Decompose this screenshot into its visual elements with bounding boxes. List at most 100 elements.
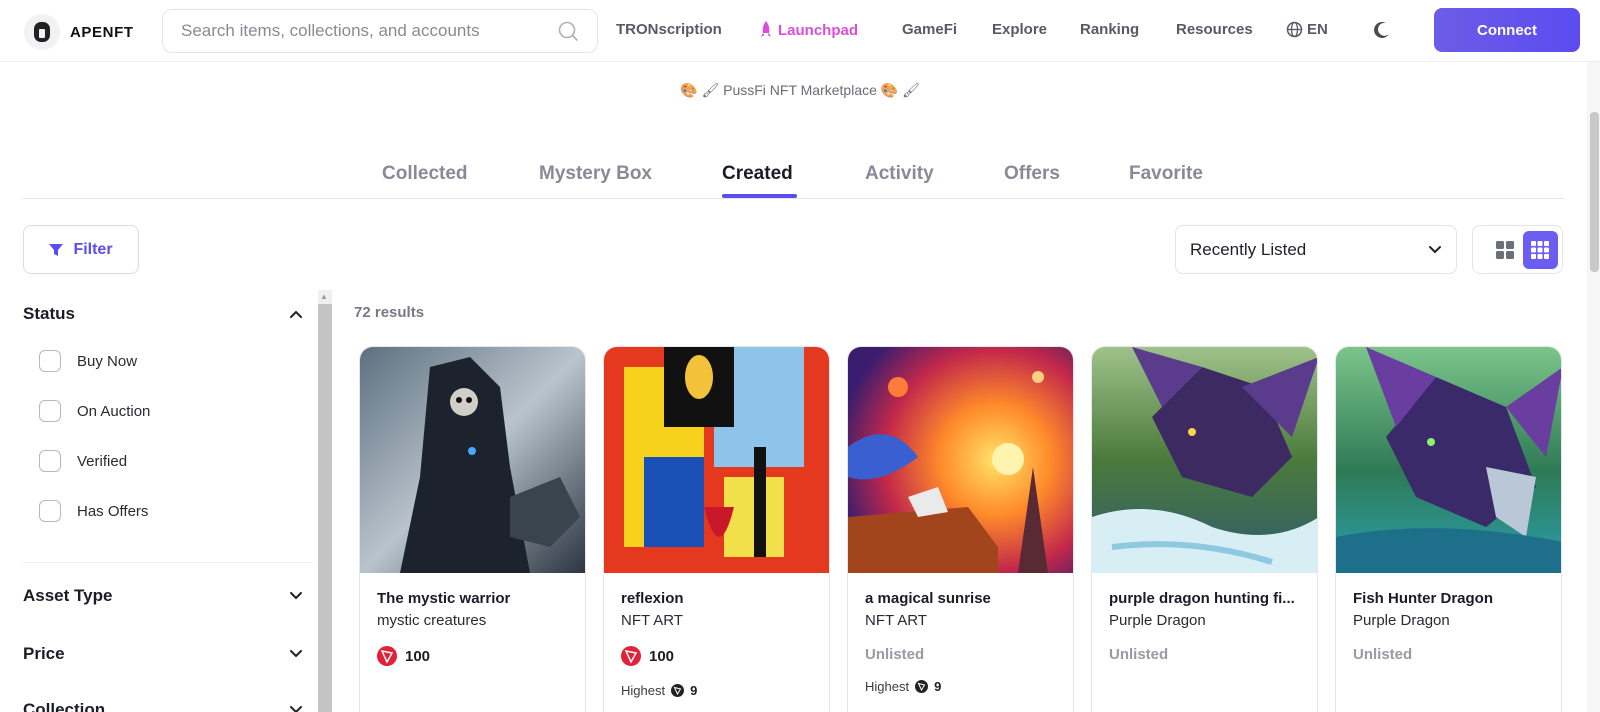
highest-label: Highest — [865, 679, 910, 694]
nft-image[interactable] — [1092, 347, 1318, 573]
nft-price: 100 — [377, 646, 430, 666]
rocket-icon — [761, 21, 771, 37]
nft-price: 100 — [621, 646, 674, 666]
status-option-on-auction[interactable]: On Auction — [39, 400, 150, 422]
tab-favorite[interactable]: Favorite — [1129, 163, 1203, 185]
nft-card[interactable]: a magical sunrise NFT ART Unlisted Highe… — [847, 346, 1074, 712]
logo-text: APENFT — [70, 23, 134, 41]
price-value: 100 — [649, 647, 675, 665]
filter-sidebar: Status Buy Now On Auction Verified Has O… — [23, 290, 313, 712]
nft-image[interactable] — [1336, 347, 1562, 573]
tab-mystery-box[interactable]: Mystery Box — [539, 163, 652, 185]
nft-title[interactable]: The mystic warrior — [377, 590, 577, 607]
checkbox-label: Has Offers — [77, 502, 149, 520]
listing-status: Unlisted — [1353, 646, 1413, 663]
tab-created[interactable]: Created — [722, 163, 793, 185]
nav-launchpad-label: Launchpad — [778, 21, 859, 39]
results-count: 72 results — [354, 304, 425, 321]
search-bar[interactable] — [162, 9, 598, 53]
top-navbar: APENFT TRONscription Launchpad GameFi Ex… — [0, 0, 1600, 62]
scroll-up-arrow-icon[interactable]: ▲ — [320, 292, 328, 301]
search-icon[interactable] — [557, 20, 579, 42]
nft-card[interactable]: reflexion NFT ART 100 Highest 9 — [603, 346, 830, 712]
highest-label: Highest — [621, 683, 666, 698]
checkbox[interactable] — [39, 400, 61, 422]
price-title: Price — [23, 644, 65, 663]
nft-card[interactable]: The mystic warrior mystic creatures 100 — [359, 346, 586, 712]
status-option-has-offers[interactable]: Has Offers — [39, 500, 148, 522]
profile-bio: 🎨 🖌 PussFi NFT Marketplace 🎨 🖌 — [680, 82, 920, 98]
status-option-verified[interactable]: Verified — [39, 450, 127, 472]
listing-status: Unlisted — [865, 646, 925, 663]
dark-mode-toggle-icon[interactable] — [1372, 20, 1392, 40]
filter-button[interactable]: Filter — [23, 225, 139, 274]
chevron-down-icon — [290, 592, 302, 600]
nft-image[interactable] — [360, 347, 586, 573]
large-grid-view-button[interactable] — [1487, 231, 1523, 269]
tab-collected[interactable]: Collected — [382, 163, 468, 185]
tab-activity[interactable]: Activity — [865, 163, 934, 185]
chevron-down-icon — [1429, 245, 1441, 253]
highest-value: 9 — [690, 683, 698, 698]
page-scrollbar-thumb[interactable] — [1590, 112, 1599, 272]
nav-launchpad[interactable]: Launchpad — [760, 21, 858, 39]
status-option-buy-now[interactable]: Buy Now — [39, 350, 137, 372]
nft-collection[interactable]: mystic creatures — [377, 612, 486, 629]
nft-image[interactable] — [848, 347, 1074, 573]
highest-offer: Highest 9 — [865, 679, 941, 694]
language-label: EN — [1307, 21, 1328, 38]
nft-card[interactable]: purple dragon hunting fi... Purple Drago… — [1091, 346, 1318, 712]
nft-collection[interactable]: Purple Dragon — [1109, 612, 1206, 629]
checkbox-label: Verified — [77, 452, 128, 470]
nft-title[interactable]: purple dragon hunting fi... — [1109, 590, 1309, 607]
tron-icon — [621, 646, 641, 666]
connect-button[interactable]: Connect — [1434, 8, 1580, 52]
sidebar-scrollbar-thumb[interactable] — [318, 304, 332, 712]
tab-offers[interactable]: Offers — [1004, 163, 1060, 185]
chevron-down-icon — [290, 706, 302, 712]
nav-ranking[interactable]: Ranking — [1080, 21, 1139, 38]
nft-title[interactable]: reflexion — [621, 590, 821, 607]
nft-card[interactable]: Fish Hunter Dragon Purple Dragon Unliste… — [1335, 346, 1562, 712]
small-grid-view-button[interactable] — [1522, 230, 1558, 269]
filter-icon — [49, 243, 64, 256]
status-section-header[interactable]: Status — [23, 304, 303, 324]
checkbox-label: On Auction — [77, 402, 151, 420]
apenft-logo[interactable]: APENFT — [24, 14, 134, 50]
divider — [23, 562, 313, 563]
nft-collection[interactable]: NFT ART — [621, 612, 683, 629]
nft-title[interactable]: a magical sunrise — [865, 590, 1065, 607]
price-value: 100 — [405, 647, 431, 665]
filter-label: Filter — [73, 240, 113, 258]
nav-tronscription[interactable]: TRONscription — [616, 21, 722, 38]
active-tab-indicator — [722, 194, 797, 198]
collection-title: Collection — [23, 700, 106, 712]
large-grid-icon — [1495, 240, 1514, 259]
chevron-down-icon — [290, 650, 302, 658]
profile-tabs: Collected Mystery Box Created Activity O… — [23, 157, 1564, 199]
nft-collection[interactable]: NFT ART — [865, 612, 927, 629]
checkbox[interactable] — [39, 350, 61, 372]
checkbox[interactable] — [39, 500, 61, 522]
nft-collection[interactable]: Purple Dragon — [1353, 612, 1450, 629]
tron-icon — [377, 646, 397, 666]
checkbox-label: Buy Now — [77, 352, 138, 370]
sort-dropdown[interactable]: Recently Listed — [1175, 225, 1457, 274]
nft-title[interactable]: Fish Hunter Dragon — [1353, 590, 1553, 607]
highest-offer: Highest 9 — [621, 683, 697, 698]
price-section-header[interactable]: Price — [23, 644, 303, 664]
nav-gamefi[interactable]: GameFi — [902, 21, 957, 38]
language-selector[interactable]: EN — [1286, 21, 1328, 38]
collection-section-header[interactable]: Collection — [23, 700, 303, 712]
chevron-up-icon — [290, 310, 302, 318]
listing-status: Unlisted — [1109, 646, 1169, 663]
status-title: Status — [23, 304, 75, 323]
view-mode-toggle — [1472, 225, 1563, 274]
nav-resources[interactable]: Resources — [1176, 21, 1253, 38]
nav-explore[interactable]: Explore — [992, 21, 1047, 38]
asset-type-title: Asset Type — [23, 586, 113, 605]
asset-type-section-header[interactable]: Asset Type — [23, 586, 303, 606]
nft-image[interactable] — [604, 347, 830, 573]
checkbox[interactable] — [39, 450, 61, 472]
search-input[interactable] — [181, 21, 557, 41]
